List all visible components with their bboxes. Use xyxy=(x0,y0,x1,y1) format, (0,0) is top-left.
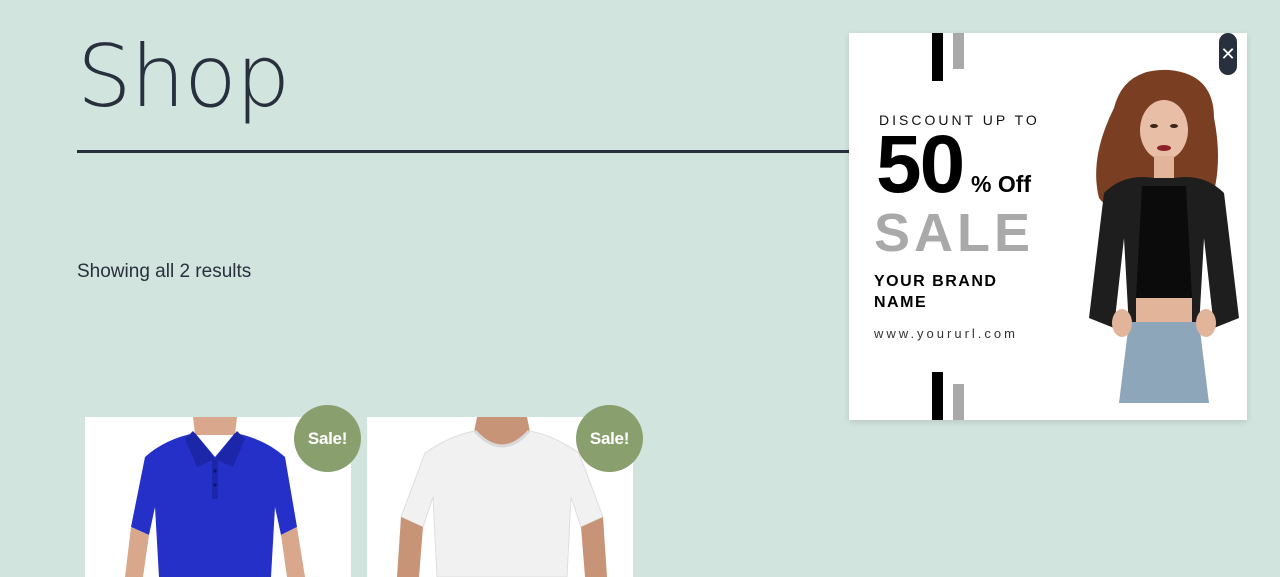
brand-url: www.yoururl.com xyxy=(874,326,1018,341)
title-divider xyxy=(77,150,857,153)
decorative-bars-top xyxy=(932,33,964,81)
discount-suffix: % Off xyxy=(971,171,1032,197)
sale-label: SALE xyxy=(874,203,1035,263)
brand-name: YOUR BRAND NAME xyxy=(874,273,998,311)
decorative-bars-bottom xyxy=(932,372,964,420)
model-photo xyxy=(1089,69,1239,403)
promo-popup: ✕ DISCOUNT UP TO 50 % Off SALE YOUR BRAN… xyxy=(849,33,1247,420)
discount-number: 50 xyxy=(876,119,965,210)
result-count: Showing all 2 results xyxy=(77,261,252,282)
sale-badge: Sale! xyxy=(576,405,643,472)
sale-badge: Sale! xyxy=(294,405,361,472)
page-title: Shop xyxy=(77,27,290,127)
